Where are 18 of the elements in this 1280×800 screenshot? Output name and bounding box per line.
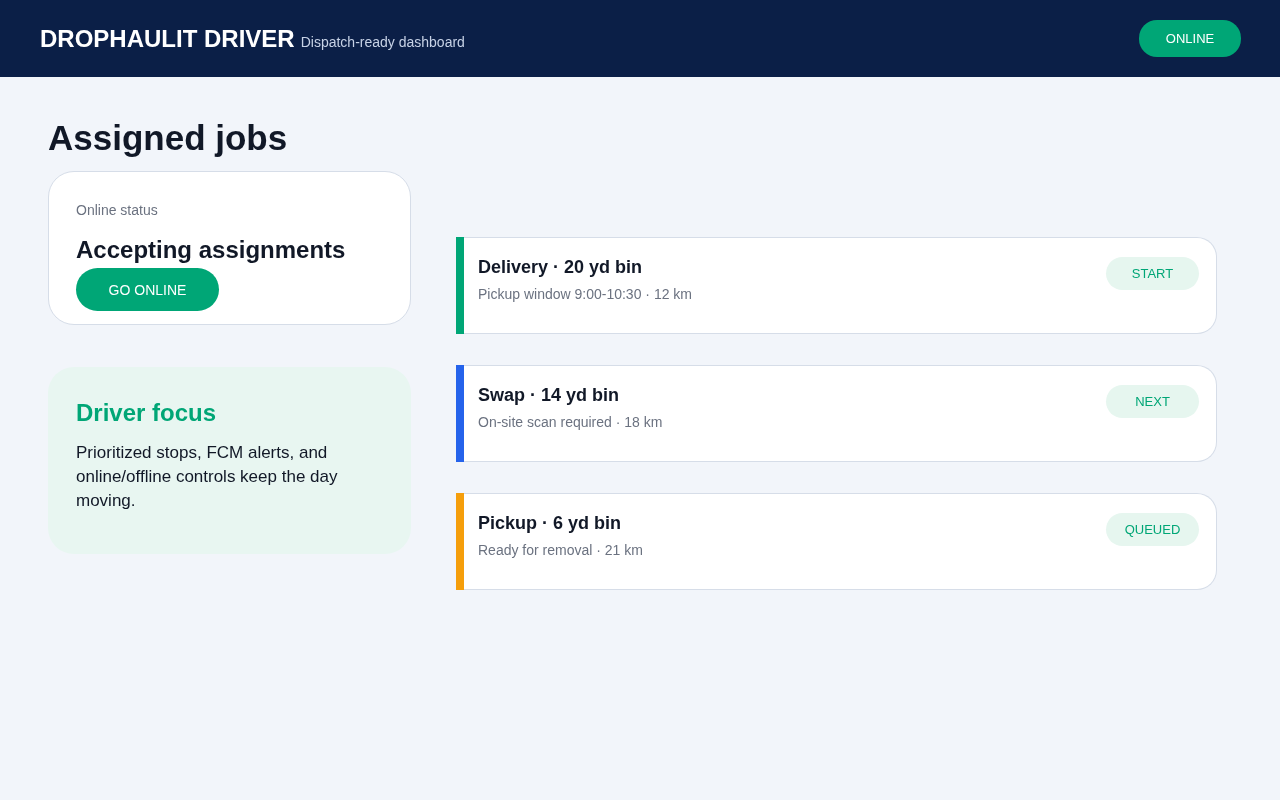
- job-action-button[interactable]: START: [1106, 257, 1199, 290]
- job-action-button[interactable]: NEXT: [1106, 385, 1199, 418]
- brand-title: DROPHAULIT DRIVER: [40, 24, 295, 53]
- status-label: Online status: [76, 202, 159, 218]
- focus-title: Driver focus: [76, 399, 218, 427]
- online-button[interactable]: ONLINE: [1139, 20, 1241, 57]
- tagline: Dispatch-ready dashboard: [300, 33, 465, 50]
- job-title: Swap · 14 yd bin: [478, 385, 621, 406]
- job-detail: Pickup window 9:00-10:30 · 12 km: [478, 286, 692, 302]
- job-detail: On-site scan required · 18 km: [478, 414, 663, 430]
- go-online-button[interactable]: GO ONLINE: [76, 268, 219, 311]
- job-title: Delivery · 20 yd bin: [478, 257, 644, 278]
- focus-text: Prioritized stops, FCM alerts, and online/offline controls keep the day moving.: [76, 442, 339, 512]
- job-title: Pickup · 6 yd bin: [478, 513, 623, 534]
- status-heading: Accepting assignments: [76, 236, 347, 264]
- page-title: Assigned jobs: [48, 117, 289, 159]
- job-detail: Ready for removal · 21 km: [478, 542, 643, 558]
- job-action-button[interactable]: QUEUED: [1106, 513, 1199, 546]
